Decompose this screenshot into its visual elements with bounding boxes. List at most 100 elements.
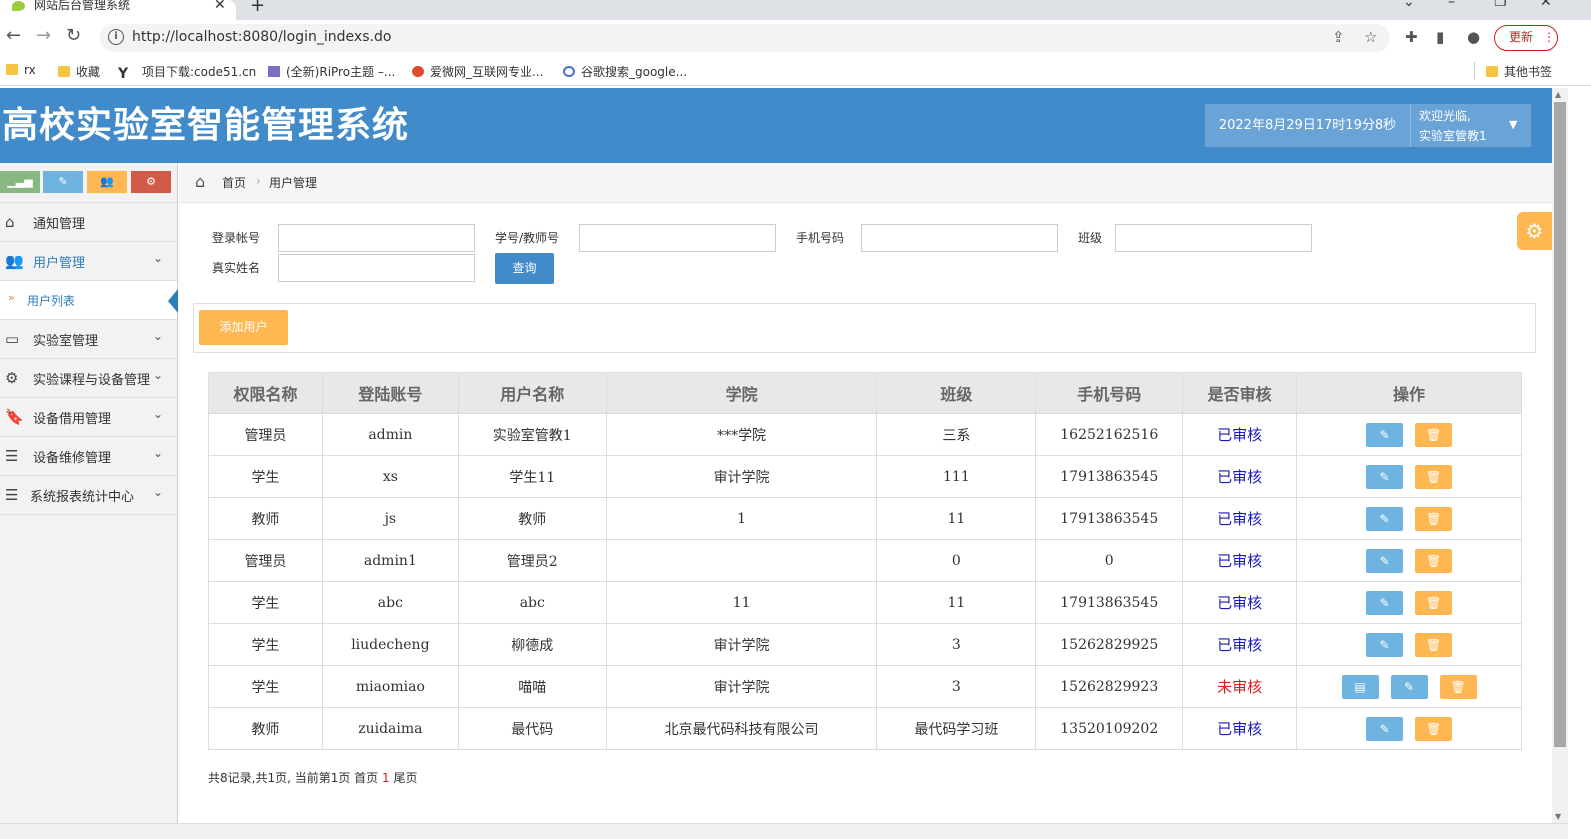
column-header: 权限名称 (208, 372, 323, 414)
row-actions: ▤ ✎ 🗑 (1296, 665, 1522, 708)
bookmark-item[interactable]: rx (6, 63, 36, 77)
bookmark-item[interactable]: (全新)RiPro主题 –... (268, 63, 395, 80)
delete-button[interactable]: 🗑 (1415, 464, 1453, 489)
scroll-down-icon[interactable]: ▼ (1555, 812, 1561, 821)
table-cell: abc (457, 581, 607, 624)
url-text[interactable]: http://localhost:8080/login_indexs.do (132, 29, 391, 45)
share-icon[interactable]: ⇪ (1332, 28, 1345, 46)
row-actions: ✎ 🗑 (1296, 707, 1522, 750)
chart-shortcut-icon[interactable]: ▁▃▅ (0, 171, 40, 193)
bookmark-item[interactable]: 收藏 (58, 63, 100, 80)
breadcrumb: ⌂ 首页 › 用户管理 (179, 163, 1552, 203)
sidebar-item-repair[interactable]: ☰ 设备维修管理 ⌄ (0, 437, 177, 476)
approve-button[interactable]: ▤ (1341, 674, 1379, 699)
forward-icon[interactable]: → (36, 25, 51, 46)
new-tab-icon[interactable]: + (250, 0, 265, 16)
edit-button[interactable]: ✎ (1366, 464, 1404, 489)
real-name-input[interactable] (278, 254, 475, 282)
student-id-input[interactable] (579, 224, 776, 252)
group-shortcut-icon[interactable]: 👥 (87, 171, 127, 193)
cogs-shortcut-icon[interactable]: ⚙ (131, 171, 171, 193)
scroll-thumb[interactable] (1554, 102, 1566, 747)
sidebar-item-notice[interactable]: ⌂ 通知管理 (0, 203, 177, 242)
class-input[interactable] (1115, 224, 1312, 252)
settings-gear-icon[interactable]: ⚙ (1517, 212, 1552, 250)
edit-icon: ✎ (1404, 679, 1415, 694)
login-account-input[interactable] (278, 224, 475, 252)
bookmark-icon: 🔖 (5, 408, 24, 426)
login-account-label: 登录帐号 (212, 231, 261, 245)
info-icon[interactable]: i (108, 29, 124, 45)
query-button[interactable]: 查询 (495, 253, 554, 284)
update-button[interactable]: 更新 ⋮ (1494, 25, 1558, 51)
horizontal-scrollbar[interactable] (0, 823, 1568, 839)
delete-button[interactable]: 🗑 (1415, 632, 1453, 657)
bookmark-item[interactable]: 谷歌搜索_google... (563, 63, 687, 80)
bookmark-item[interactable]: Y 项目下载:code51.cn (118, 63, 256, 82)
reload-icon[interactable]: ↻ (66, 25, 81, 46)
delete-button[interactable]: 🗑 (1415, 590, 1453, 615)
edit-button[interactable]: ✎ (1366, 506, 1404, 531)
user-menu[interactable]: 欢迎光临, 实验室管教1 ▼ (1410, 104, 1531, 147)
sidebar-item-label: 用户管理 (33, 256, 86, 271)
edit-icon: ✎ (1379, 469, 1390, 484)
trash-icon: 🗑 (1425, 427, 1442, 442)
sidebar-item-course-device[interactable]: ⚙ 实验课程与设备管理 ⌄ (0, 359, 177, 398)
chevron-down-icon: ⌄ (153, 485, 164, 499)
folder-icon (58, 66, 70, 77)
delete-button[interactable]: 🗑 (1439, 674, 1477, 699)
edit-button[interactable]: ✎ (1366, 548, 1404, 573)
table-cell: 11 (876, 497, 1037, 540)
extensions-icon[interactable]: ✚ (1405, 28, 1418, 46)
address-bar[interactable]: i http://localhost:8080/login_indexs.do … (100, 24, 1390, 52)
home-icon[interactable]: ⌂ (195, 172, 205, 191)
browser-tab[interactable]: 网站后台管理系统 ✕ (0, 0, 236, 20)
bookmark-label: 爱微网_互联网专业... (430, 65, 544, 79)
student-id-label: 学号/教师号 (495, 231, 560, 245)
delete-button[interactable]: 🗑 (1415, 506, 1453, 531)
edit-icon: ✎ (1379, 427, 1390, 442)
sidebar-subitem-user-list[interactable]: » 用户列表 (0, 281, 178, 320)
delete-button[interactable]: 🗑 (1415, 716, 1453, 741)
chevron-down-icon[interactable]: ⌄ (1403, 0, 1415, 10)
chevron-down-icon: ⌄ (153, 407, 164, 421)
sidebar-item-borrow[interactable]: 🔖 设备借用管理 ⌄ (0, 398, 177, 437)
edit-button[interactable]: ✎ (1366, 632, 1404, 657)
browser-toolbar: ← → ↻ i http://localhost:8080/login_inde… (0, 20, 1591, 56)
chevron-down-icon: ⌄ (153, 446, 164, 460)
breadcrumb-home[interactable]: 首页 (222, 174, 246, 191)
vertical-scrollbar[interactable]: ▲ ▼ (1552, 88, 1568, 823)
table-cell: js (321, 497, 459, 540)
bookmark-item[interactable]: 爱微网_互联网专业... (412, 63, 543, 80)
pagination-current[interactable]: 1 (382, 771, 390, 785)
restore-icon[interactable]: ❐ (1494, 0, 1507, 10)
phone-input[interactable] (861, 224, 1058, 252)
sidepanel-icon[interactable]: ▮ (1436, 28, 1444, 46)
close-icon[interactable]: ✕ (214, 0, 226, 13)
profile-icon[interactable]: ● (1467, 28, 1480, 46)
add-user-button[interactable]: 添加用户 (199, 310, 288, 345)
table-cell: abc (321, 581, 459, 624)
edit-button[interactable]: ✎ (1366, 422, 1404, 447)
edit-button[interactable]: ✎ (1366, 716, 1404, 741)
edit-button[interactable]: ✎ (1390, 674, 1428, 699)
sidebar-item-reports[interactable]: ☰ 系统报表统计中心 ⌄ (0, 476, 177, 515)
sidebar-item-users[interactable]: 👥 用户管理 ⌄ (0, 242, 177, 281)
column-header: 班级 (876, 372, 1037, 414)
table-cell: 三系 (876, 413, 1037, 456)
other-bookmarks[interactable]: 其他书签 (1486, 63, 1552, 80)
star-icon[interactable]: ☆ (1364, 28, 1377, 46)
back-icon[interactable]: ← (6, 25, 21, 46)
app-title: 高校实验室智能管理系统 (2, 105, 410, 146)
sidebar-item-lab[interactable]: ▭ 实验室管理 ⌄ (0, 320, 177, 359)
close-window-icon[interactable]: ✕ (1540, 0, 1552, 10)
delete-button[interactable]: 🗑 (1415, 422, 1453, 447)
scroll-up-icon[interactable]: ▲ (1555, 90, 1561, 99)
pagination-last[interactable]: 尾页 (393, 771, 417, 785)
minimize-icon[interactable]: – (1448, 0, 1455, 10)
delete-button[interactable]: 🗑 (1415, 548, 1453, 573)
edit-button[interactable]: ✎ (1366, 590, 1404, 615)
pencil-shortcut-icon[interactable]: ✎ (43, 171, 83, 193)
table-cell: ***学院 (605, 413, 878, 456)
trash-icon: 🗑 (1425, 553, 1442, 568)
